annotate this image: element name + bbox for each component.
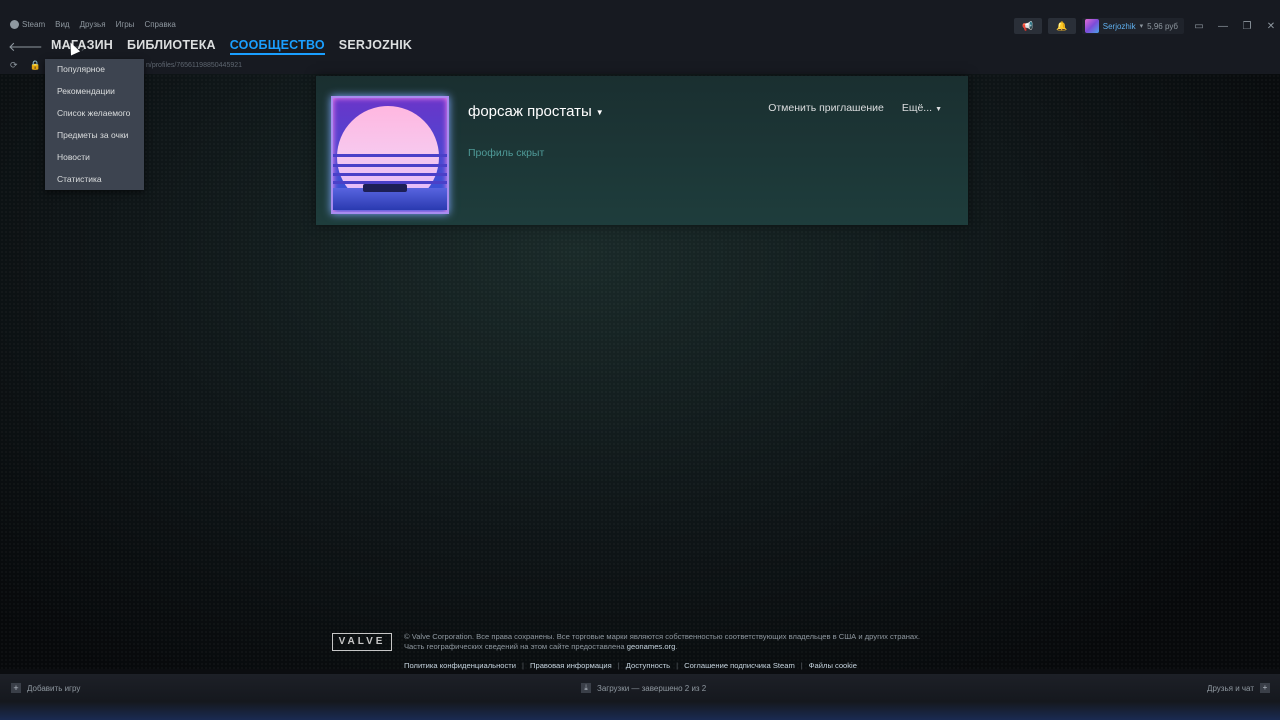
- menu-item-stats[interactable]: Статистика: [45, 169, 144, 191]
- footer-link-privacy[interactable]: Политика конфиденциальности: [404, 661, 516, 670]
- nav-community[interactable]: СООБЩЕСТВО: [229, 38, 325, 55]
- more-button[interactable]: Ещё... ▼: [902, 102, 942, 114]
- url-bar: ⟳ 🔒 n/profiles/76561198850445921: [0, 58, 1280, 74]
- top-right-controls: 📢 🔔 Serjozhik ▾ 5,96 руб ▭ — ❐ ✕: [1013, 17, 1280, 35]
- menu-games[interactable]: Игры: [116, 20, 135, 29]
- downloads-status[interactable]: ⤓ Загрузки — завершено 2 из 2: [581, 683, 706, 693]
- menu-friends[interactable]: Друзья: [80, 20, 106, 29]
- title-bar: Steam Вид Друзья Игры Справка 📢 🔔 Serjoz…: [0, 0, 1280, 38]
- footer-legal: © Valve Corporation. Все права сохранены…: [404, 632, 920, 652]
- valve-logo[interactable]: VALVE: [332, 633, 392, 651]
- footer-link-cookies[interactable]: Файлы cookie: [809, 661, 857, 670]
- plus-icon: +: [11, 683, 21, 693]
- main-nav: 🡐 🡒 МАГАЗИН БИБЛИОТЕКА СООБЩЕСТВО SERJOZ…: [0, 36, 1280, 58]
- profile-name[interactable]: форсаж простаты ▼: [468, 103, 604, 120]
- nav-library[interactable]: БИБЛИОТЕКА: [127, 38, 216, 55]
- wallet-balance: 5,96 руб: [1147, 21, 1178, 31]
- footer-link-accessibility[interactable]: Доступность: [626, 661, 670, 670]
- caret-down-icon: ▼: [595, 107, 604, 117]
- maximize-button[interactable]: ❐: [1238, 21, 1256, 32]
- profile-avatar: [331, 96, 449, 214]
- minimize-button[interactable]: —: [1214, 21, 1232, 32]
- caret-down-icon: ▼: [935, 106, 942, 113]
- chat-icon: +: [1260, 683, 1270, 693]
- lock-icon: 🔒: [29, 60, 41, 70]
- footer-link-legal[interactable]: Правовая информация: [530, 661, 612, 670]
- bottom-bar: + Добавить игру ⤓ Загрузки — завершено 2…: [0, 674, 1280, 720]
- restore-icon: ❐: [1242, 20, 1252, 32]
- account-menu[interactable]: Serjozhik ▾ 5,96 руб: [1081, 18, 1184, 34]
- nav-links: МАГАЗИН БИБЛИОТЕКА СООБЩЕСТВО SERJOZHIK: [51, 38, 412, 55]
- monitor-icon: ▭: [1194, 20, 1204, 32]
- profile-actions: Отменить приглашение Ещё... ▼: [768, 102, 942, 114]
- big-picture-button[interactable]: ▭: [1190, 21, 1208, 32]
- menu-view[interactable]: Вид: [55, 20, 69, 29]
- nav-profile[interactable]: SERJOZHIK: [339, 38, 412, 55]
- footer-geonames: Часть географических сведений на этом са…: [404, 642, 678, 651]
- chevron-down-icon: ▾: [1139, 23, 1144, 30]
- avatar-stripe: [333, 154, 447, 157]
- footer-links: Политика конфиденциальности | Правовая и…: [404, 661, 857, 670]
- avatar: [1084, 19, 1099, 33]
- menu-item-popular[interactable]: Популярное: [45, 59, 144, 81]
- friends-chat-button[interactable]: Друзья и чат +: [1207, 683, 1270, 693]
- geonames-link[interactable]: geonames.org: [627, 642, 676, 651]
- avatar-stripe: [333, 164, 447, 167]
- footer-copyright: © Valve Corporation. Все права сохранены…: [404, 632, 921, 641]
- store-dropdown-menu: Популярное Рекомендации Список желаемого…: [45, 59, 144, 190]
- add-game-button[interactable]: + Добавить игру: [11, 683, 80, 693]
- download-icon: ⤓: [581, 683, 591, 693]
- menu-item-wishlist[interactable]: Список желаемого: [45, 103, 144, 125]
- url-icons: ⟳ 🔒: [10, 60, 41, 71]
- back-arrow-icon[interactable]: 🡐: [8, 39, 43, 55]
- broadcast-button[interactable]: 📢: [1013, 18, 1042, 34]
- profile-private-status: Профиль скрыт: [468, 147, 545, 159]
- menu-help[interactable]: Справка: [144, 20, 175, 29]
- footer-link-ssa[interactable]: Соглашение подписчика Steam: [684, 661, 795, 670]
- menu-item-recommendations[interactable]: Рекомендации: [45, 81, 144, 103]
- username: Serjozhik: [1102, 21, 1136, 31]
- profile-header: форсаж простаты ▼ Профиль скрыт Отменить …: [316, 76, 968, 225]
- bell-icon: 🔔: [1056, 20, 1068, 31]
- cancel-invite-button[interactable]: Отменить приглашение: [768, 102, 884, 114]
- notifications-button[interactable]: 🔔: [1047, 18, 1076, 34]
- avatar-boat: [363, 184, 407, 192]
- url-text[interactable]: n/profiles/76561198850445921: [146, 62, 242, 69]
- menu-bar: Steam Вид Друзья Игры Справка: [10, 20, 176, 30]
- refresh-icon[interactable]: ⟳: [10, 60, 18, 71]
- menu-item-points-shop[interactable]: Предметы за очки: [45, 125, 144, 147]
- nav-store[interactable]: МАГАЗИН: [51, 38, 113, 55]
- avatar-stripe: [333, 173, 447, 176]
- minimize-icon: —: [1218, 20, 1228, 32]
- megaphone-icon: 📢: [1022, 20, 1034, 31]
- menu-item-news[interactable]: Новости: [45, 147, 144, 169]
- close-icon: ✕: [1266, 20, 1276, 32]
- close-button[interactable]: ✕: [1262, 21, 1280, 32]
- menu-steam[interactable]: Steam: [10, 20, 45, 30]
- steam-logo-icon: [10, 20, 19, 30]
